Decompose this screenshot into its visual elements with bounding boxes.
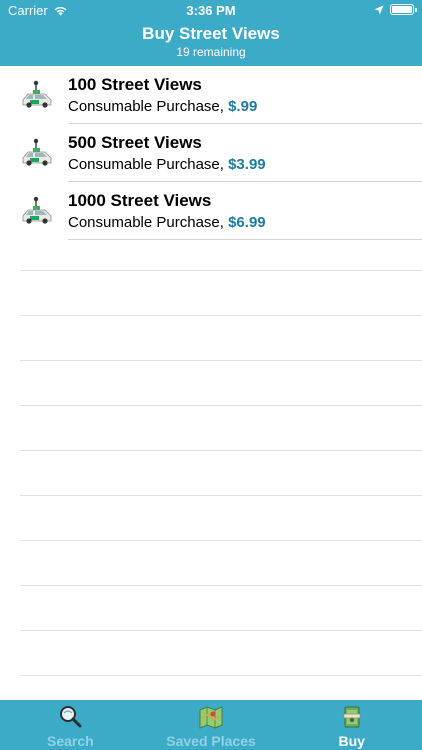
product-title: 500 Street Views	[68, 133, 202, 152]
product-list: 100 Street Views Consumable Purchase, $.…	[0, 66, 422, 240]
product-subtitle: Consumable Purchase, $3.99	[68, 156, 266, 173]
header: Carrier 3:36 PM Buy Street Views 19 rema…	[0, 0, 422, 66]
product-title: 100 Street Views	[68, 75, 202, 94]
empty-row-line	[20, 585, 422, 586]
page-title: Buy Street Views	[142, 24, 280, 43]
product-row-100[interactable]: 100 Street Views Consumable Purchase, $.…	[0, 66, 422, 124]
empty-row-line	[20, 495, 422, 496]
tab-label: Buy	[338, 733, 365, 749]
street-view-car-icon	[22, 196, 52, 224]
product-kind: Consumable Purchase,	[68, 98, 224, 115]
product-row-1000[interactable]: 1000 Street Views Consumable Purchase, $…	[0, 182, 422, 240]
product-kind: Consumable Purchase,	[68, 156, 224, 173]
empty-row-line	[20, 630, 422, 631]
tab-saved-places[interactable]: Saved Places	[141, 700, 282, 750]
tab-search[interactable]: Search	[0, 700, 141, 750]
street-view-car-icon	[22, 80, 52, 108]
tab-label: Saved Places	[166, 733, 256, 749]
magnifier-icon	[60, 706, 82, 728]
location-arrow-icon	[374, 5, 384, 14]
cash-icon	[343, 706, 360, 728]
battery-icon	[390, 4, 417, 15]
product-price: $.99	[228, 98, 258, 115]
status-bar: Carrier 3:36 PM	[0, 0, 422, 22]
tab-label: Search	[46, 733, 94, 749]
empty-row-line	[20, 405, 422, 406]
street-view-car-icon	[22, 138, 52, 166]
product-subtitle: Consumable Purchase, $.99	[68, 98, 257, 115]
product-price: $6.99	[228, 214, 266, 231]
empty-row-line	[20, 450, 422, 451]
status-time: 3:36 PM	[186, 3, 236, 18]
tab-buy[interactable]: Buy	[281, 700, 422, 750]
empty-row-line	[20, 270, 422, 271]
empty-row-line	[20, 315, 422, 316]
product-subtitle: Consumable Purchase, $6.99	[68, 214, 266, 231]
product-title: 1000 Street Views	[68, 191, 212, 210]
empty-table-rows	[0, 240, 422, 700]
empty-row-line	[20, 675, 422, 676]
product-price: $3.99	[228, 156, 266, 173]
product-row-500[interactable]: 500 Street Views Consumable Purchase, $3…	[0, 124, 422, 182]
empty-row-line	[20, 360, 422, 361]
product-kind: Consumable Purchase,	[68, 214, 224, 231]
map-icon	[199, 706, 223, 729]
status-right	[374, 4, 417, 15]
tab-bar: Search Saved Places Buy	[0, 700, 422, 750]
remaining-count: 19 remaining	[176, 45, 246, 59]
empty-row-line	[20, 540, 422, 541]
